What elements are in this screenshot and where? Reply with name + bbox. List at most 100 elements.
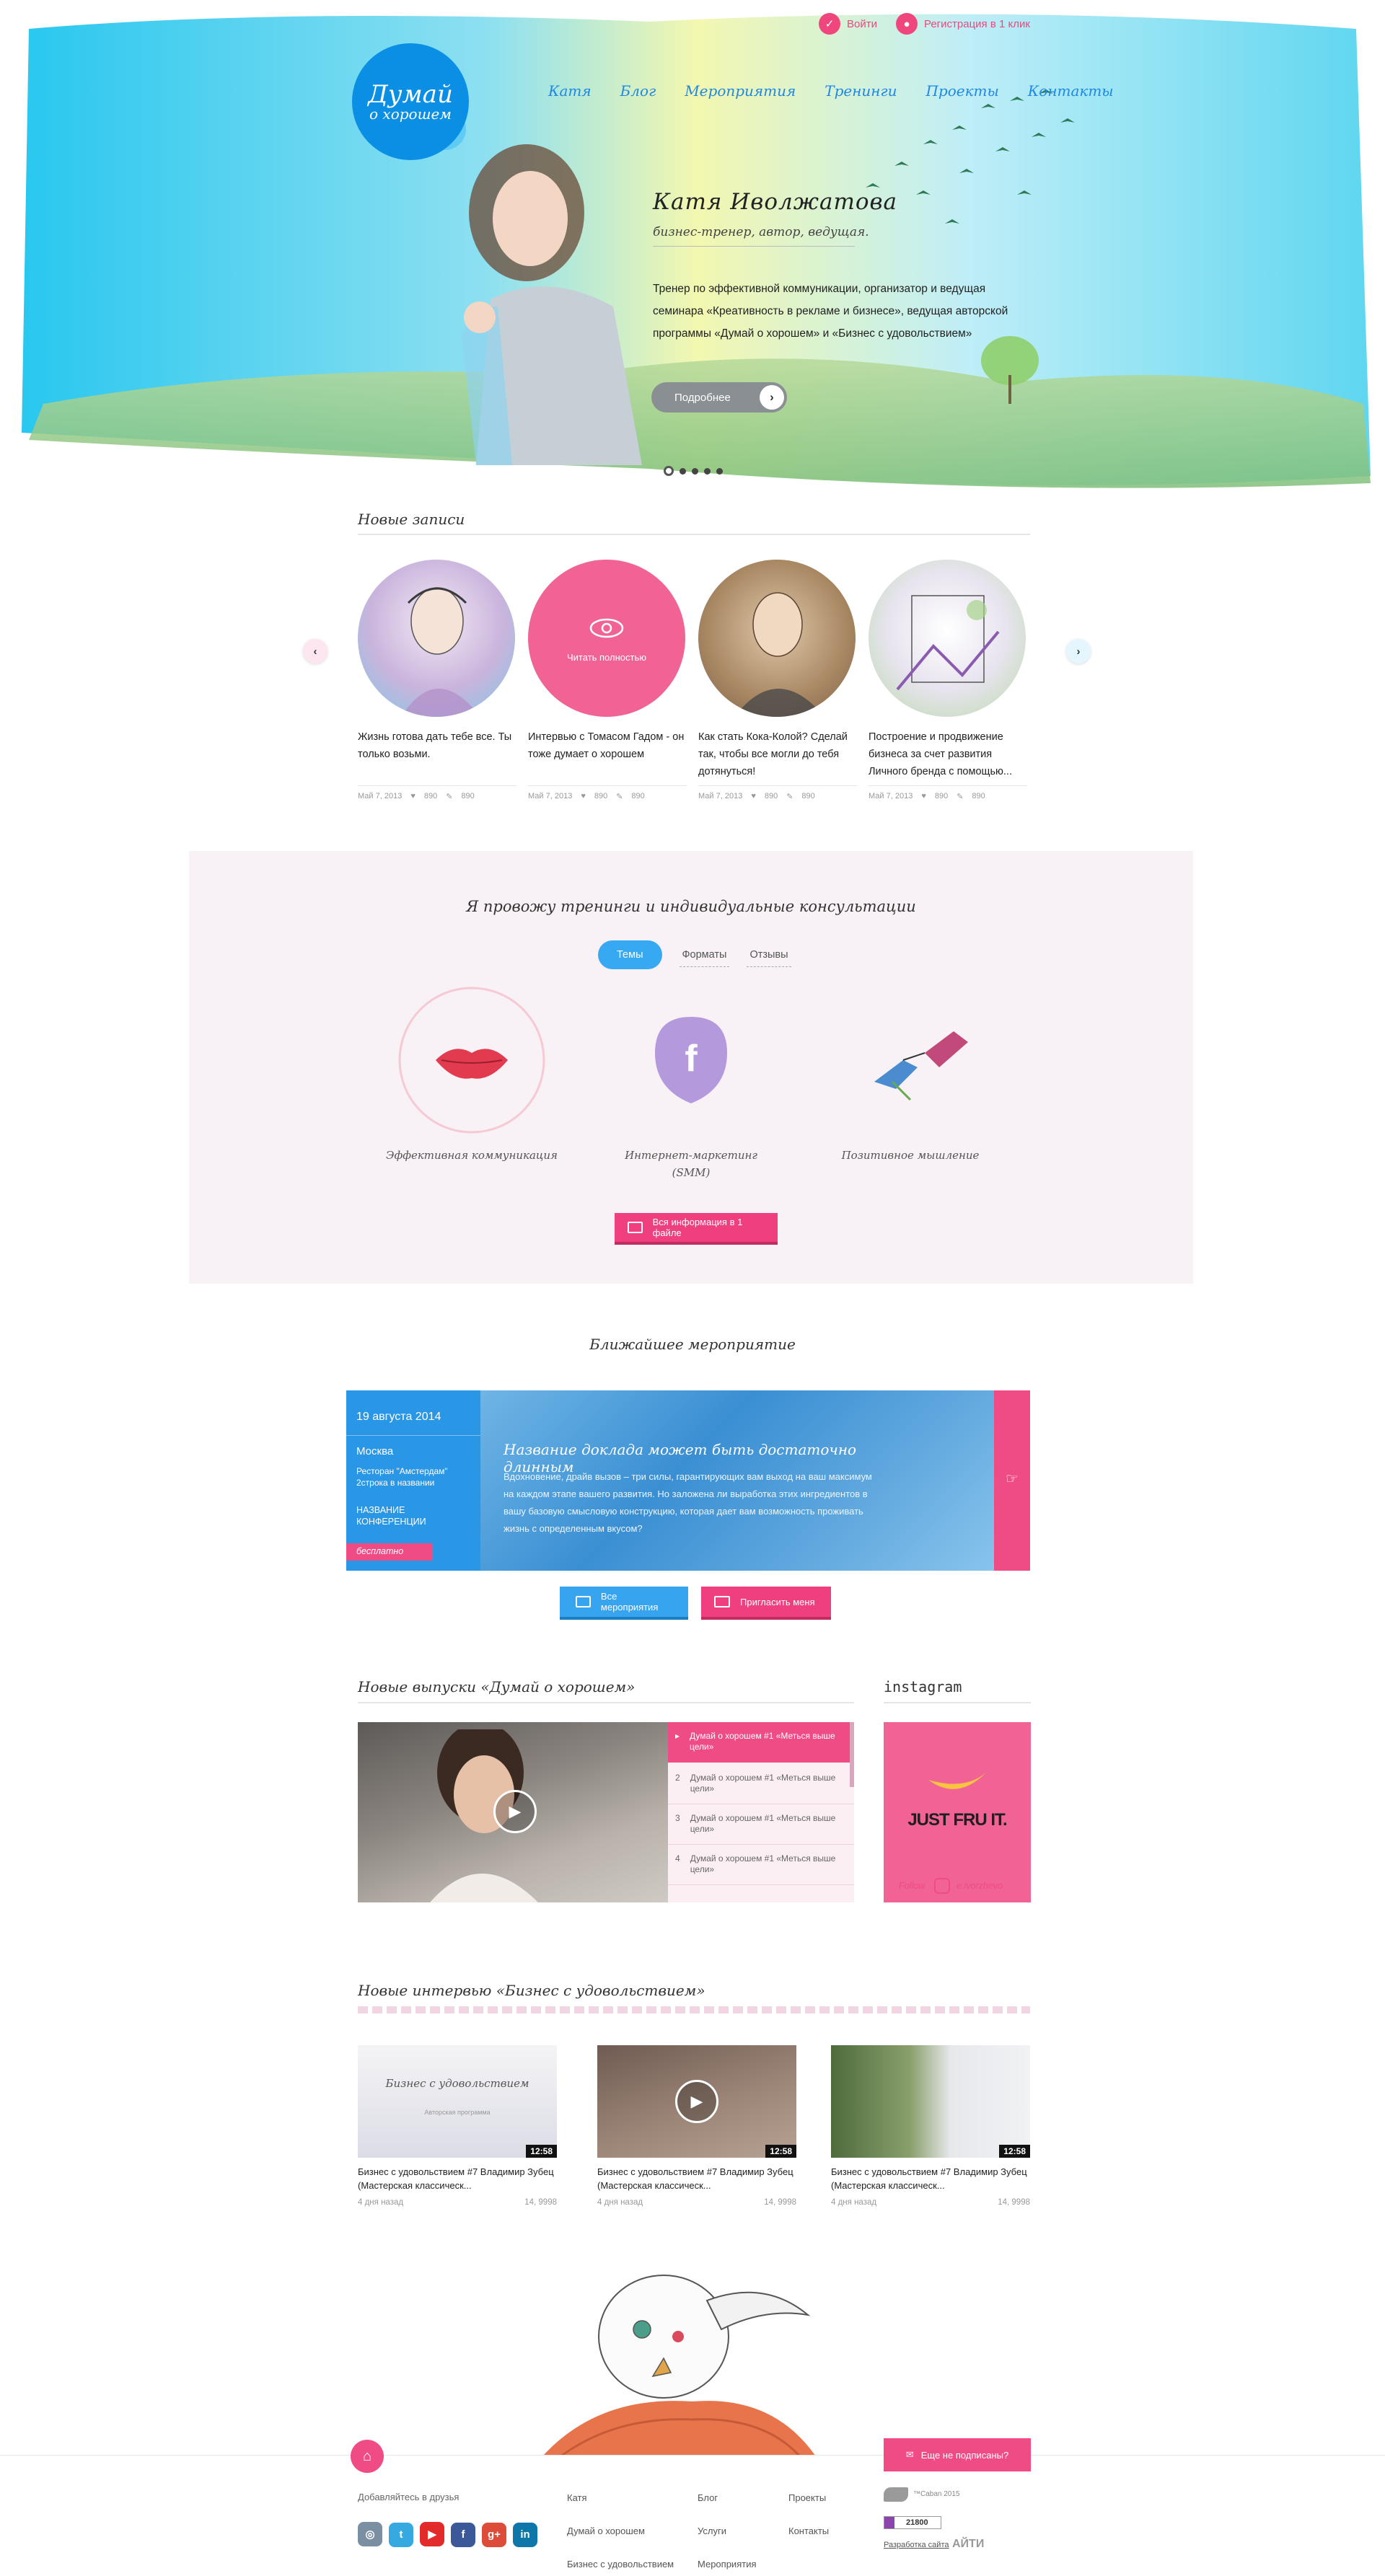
hero-title: Катя Иволжатова	[653, 189, 898, 215]
tab-topics[interactable]: Темы	[598, 940, 662, 969]
playlist-item[interactable]: ▸ Думай о хорошем #1 «Меться выше цели»	[668, 1722, 854, 1763]
google-plus-icon[interactable]: g+	[482, 2522, 506, 2547]
nav-item-events[interactable]: Мероприятия	[685, 82, 796, 100]
nav-item-contacts[interactable]: Контакты	[1028, 82, 1114, 100]
post-likes: 890	[594, 792, 608, 800]
video-playlist: ▸ Думай о хорошем #1 «Меться выше цели» …	[668, 1722, 854, 1902]
hero-description: Тренер по эффективной коммуникации, орга…	[653, 283, 1008, 340]
footer-link[interactable]: Катя	[567, 2482, 674, 2515]
post-card[interactable]: Построение и продвижение бизнеса за счет…	[869, 560, 1027, 801]
banana-illustration	[928, 1773, 986, 1789]
login-link[interactable]: ✓ Войти	[819, 13, 877, 35]
all-events-button[interactable]: Все мероприятия	[560, 1587, 688, 1620]
interview-views: 14, 9998	[764, 2198, 796, 2207]
instagram-username[interactable]: e.ivorzhevo	[957, 1881, 1003, 1891]
post-title[interactable]: Интервью с Томасом Гадом - он тоже думае…	[528, 728, 687, 763]
post-card[interactable]: Как стать Кока-Колой? Сделай так, чтобы …	[698, 560, 857, 801]
topic-communication[interactable]: Эффективная коммуникация	[385, 974, 558, 1190]
interview-thumbnail[interactable]: ▶ 12:58	[597, 2045, 796, 2158]
topic-smm[interactable]: f Интернет-маркетинг (SMM)	[604, 974, 778, 1190]
instagram-follow[interactable]: Follow	[899, 1881, 925, 1891]
interview-thumbnail[interactable]: Бизнес с удовольствием Авторская програм…	[358, 2045, 557, 2158]
play-icon[interactable]: ▶	[493, 1790, 537, 1833]
slider-dot[interactable]	[704, 467, 711, 475]
footer-link[interactable]: Мероприятия	[698, 2548, 757, 2576]
posts-next-arrow[interactable]: ›	[1066, 639, 1091, 663]
instagram-icon[interactable]	[934, 1878, 950, 1894]
visit-counter: 21800	[884, 2516, 941, 2529]
playlist-scrollbar[interactable]	[850, 1722, 854, 1787]
slider-dot[interactable]	[716, 467, 723, 475]
comment-icon: ✎	[616, 793, 623, 801]
invite-me-button[interactable]: Пригласить меня	[701, 1587, 831, 1620]
post-title[interactable]: Как стать Кока-Колой? Сделай так, чтобы …	[698, 728, 857, 780]
subscribe-button[interactable]: ✉ Еще не подписаны?	[884, 2438, 1031, 2471]
interview-views: 14, 9998	[998, 2198, 1030, 2207]
interview-title[interactable]: Бизнес с удовольствием #7 Владимир Зубец…	[597, 2165, 796, 2192]
footer-friends-label: Добавляйтесь в друзья	[358, 2492, 460, 2502]
video-block: ▶ ▸ Думай о хорошем #1 «Меться выше цели…	[358, 1722, 854, 1902]
facebook-icon[interactable]: f	[451, 2522, 475, 2547]
dev-link[interactable]: Разработка сайта	[884, 2541, 949, 2549]
register-link[interactable]: ● Регистрация в 1 клик	[895, 13, 1030, 35]
play-icon[interactable]: ▶	[675, 2080, 718, 2123]
footer-link[interactable]: Услуги	[698, 2515, 757, 2548]
footer-link[interactable]: Контакты	[788, 2515, 829, 2548]
interview-card[interactable]: Бизнес с удовольствием Авторская програм…	[358, 2045, 557, 2207]
video-player[interactable]: ▶	[358, 1722, 668, 1902]
post-comments: 890	[972, 792, 985, 800]
interview-title[interactable]: Бизнес с удовольствием #7 Владимир Зубец…	[831, 2165, 1030, 2192]
download-info-button[interactable]: Вся информация в 1 файле	[615, 1213, 778, 1245]
playlist-item-title: Думай о хорошем #1 «Меться выше цели»	[690, 1731, 835, 1752]
slider-dot[interactable]	[664, 466, 674, 476]
playlist-item[interactable]: 2 Думай о хорошем #1 «Меться выше цели»	[668, 1764, 854, 1804]
nav-item-trainings[interactable]: Тренинги	[825, 82, 897, 100]
post-image[interactable]: Читать полностью	[528, 560, 685, 717]
tab-formats[interactable]: Форматы	[679, 943, 730, 967]
post-card[interactable]: Жизнь готова дать тебе все. Ты только во…	[358, 560, 516, 801]
nav-item-blog[interactable]: Блог	[620, 82, 656, 100]
post-date: Май 7, 2013	[528, 792, 573, 800]
post-title[interactable]: Построение и продвижение бизнеса за счет…	[869, 728, 1027, 780]
event-side-panel[interactable]: ☞	[994, 1390, 1030, 1571]
interview-title[interactable]: Бизнес с удовольствием #7 Владимир Зубец…	[358, 2165, 557, 2192]
post-title[interactable]: Жизнь готова дать тебе все. Ты только во…	[358, 728, 516, 763]
event-card[interactable]: 19 августа 2014 Москва Ресторан "Амстерд…	[346, 1390, 1030, 1571]
post-image[interactable]	[358, 560, 515, 717]
envelope-icon: ✉	[905, 2449, 914, 2460]
eye-icon	[589, 618, 624, 638]
topic-positive-thinking[interactable]: Позитивное мышление	[824, 974, 997, 1190]
footer-column-3: Проекты Контакты	[788, 2482, 829, 2548]
slider-dot[interactable]	[680, 467, 686, 475]
home-icon[interactable]: ⌂	[351, 2440, 384, 2473]
tab-reviews[interactable]: Отзывы	[747, 943, 791, 967]
post-card[interactable]: Читать полностью Интервью с Томасом Гадо…	[528, 560, 687, 801]
site-logo[interactable]: Думай о хорошем	[352, 43, 469, 160]
interview-thumbnail[interactable]: 12:58	[831, 2045, 1030, 2158]
main-navigation: Катя Блог Мероприятия Тренинги Проекты К…	[548, 82, 1114, 100]
playlist-item[interactable]: 3 Думай о хорошем #1 «Меться выше цели»	[668, 1804, 854, 1845]
post-image[interactable]	[698, 560, 856, 717]
dev-brand-logo[interactable]: АЙТИ	[952, 2538, 984, 2551]
instagram-image-text: JUST FRU IT.	[907, 1810, 1007, 1830]
post-image[interactable]	[869, 560, 1026, 717]
footer-link[interactable]: Блог	[698, 2482, 757, 2515]
twitter-icon[interactable]: t	[389, 2522, 413, 2547]
linkedin-icon[interactable]: in	[513, 2522, 537, 2547]
nav-item-projects[interactable]: Проекты	[925, 82, 998, 100]
instagram-post[interactable]: JUST FRU IT.	[884, 1722, 1031, 1902]
footer-link[interactable]: Бизнес с удовольствием	[567, 2548, 674, 2576]
youtube-icon[interactable]: ▶	[420, 2522, 444, 2546]
hero-more-button[interactable]: Подробнее ›	[651, 382, 787, 413]
playlist-item[interactable]: 4 Думай о хорошем #1 «Меться выше цели»	[668, 1845, 854, 1885]
interview-card[interactable]: ▶ 12:58 Бизнес с удовольствием #7 Владим…	[597, 2045, 796, 2207]
slider-dot[interactable]	[692, 467, 698, 475]
footer-link[interactable]: Думай о хорошем	[567, 2515, 674, 2548]
instagram-icon[interactable]: ◎	[358, 2522, 382, 2546]
nav-item-katya[interactable]: Катя	[548, 82, 592, 100]
hand-pointer-icon: ☞	[1006, 1471, 1019, 1487]
footer-link[interactable]: Проекты	[788, 2482, 829, 2515]
posts-prev-arrow[interactable]: ‹	[303, 639, 327, 663]
interview-card[interactable]: 12:58 Бизнес с удовольствием #7 Владимир…	[831, 2045, 1030, 2207]
thumbnail-title: Бизнес с удовольствием	[385, 2077, 529, 2090]
